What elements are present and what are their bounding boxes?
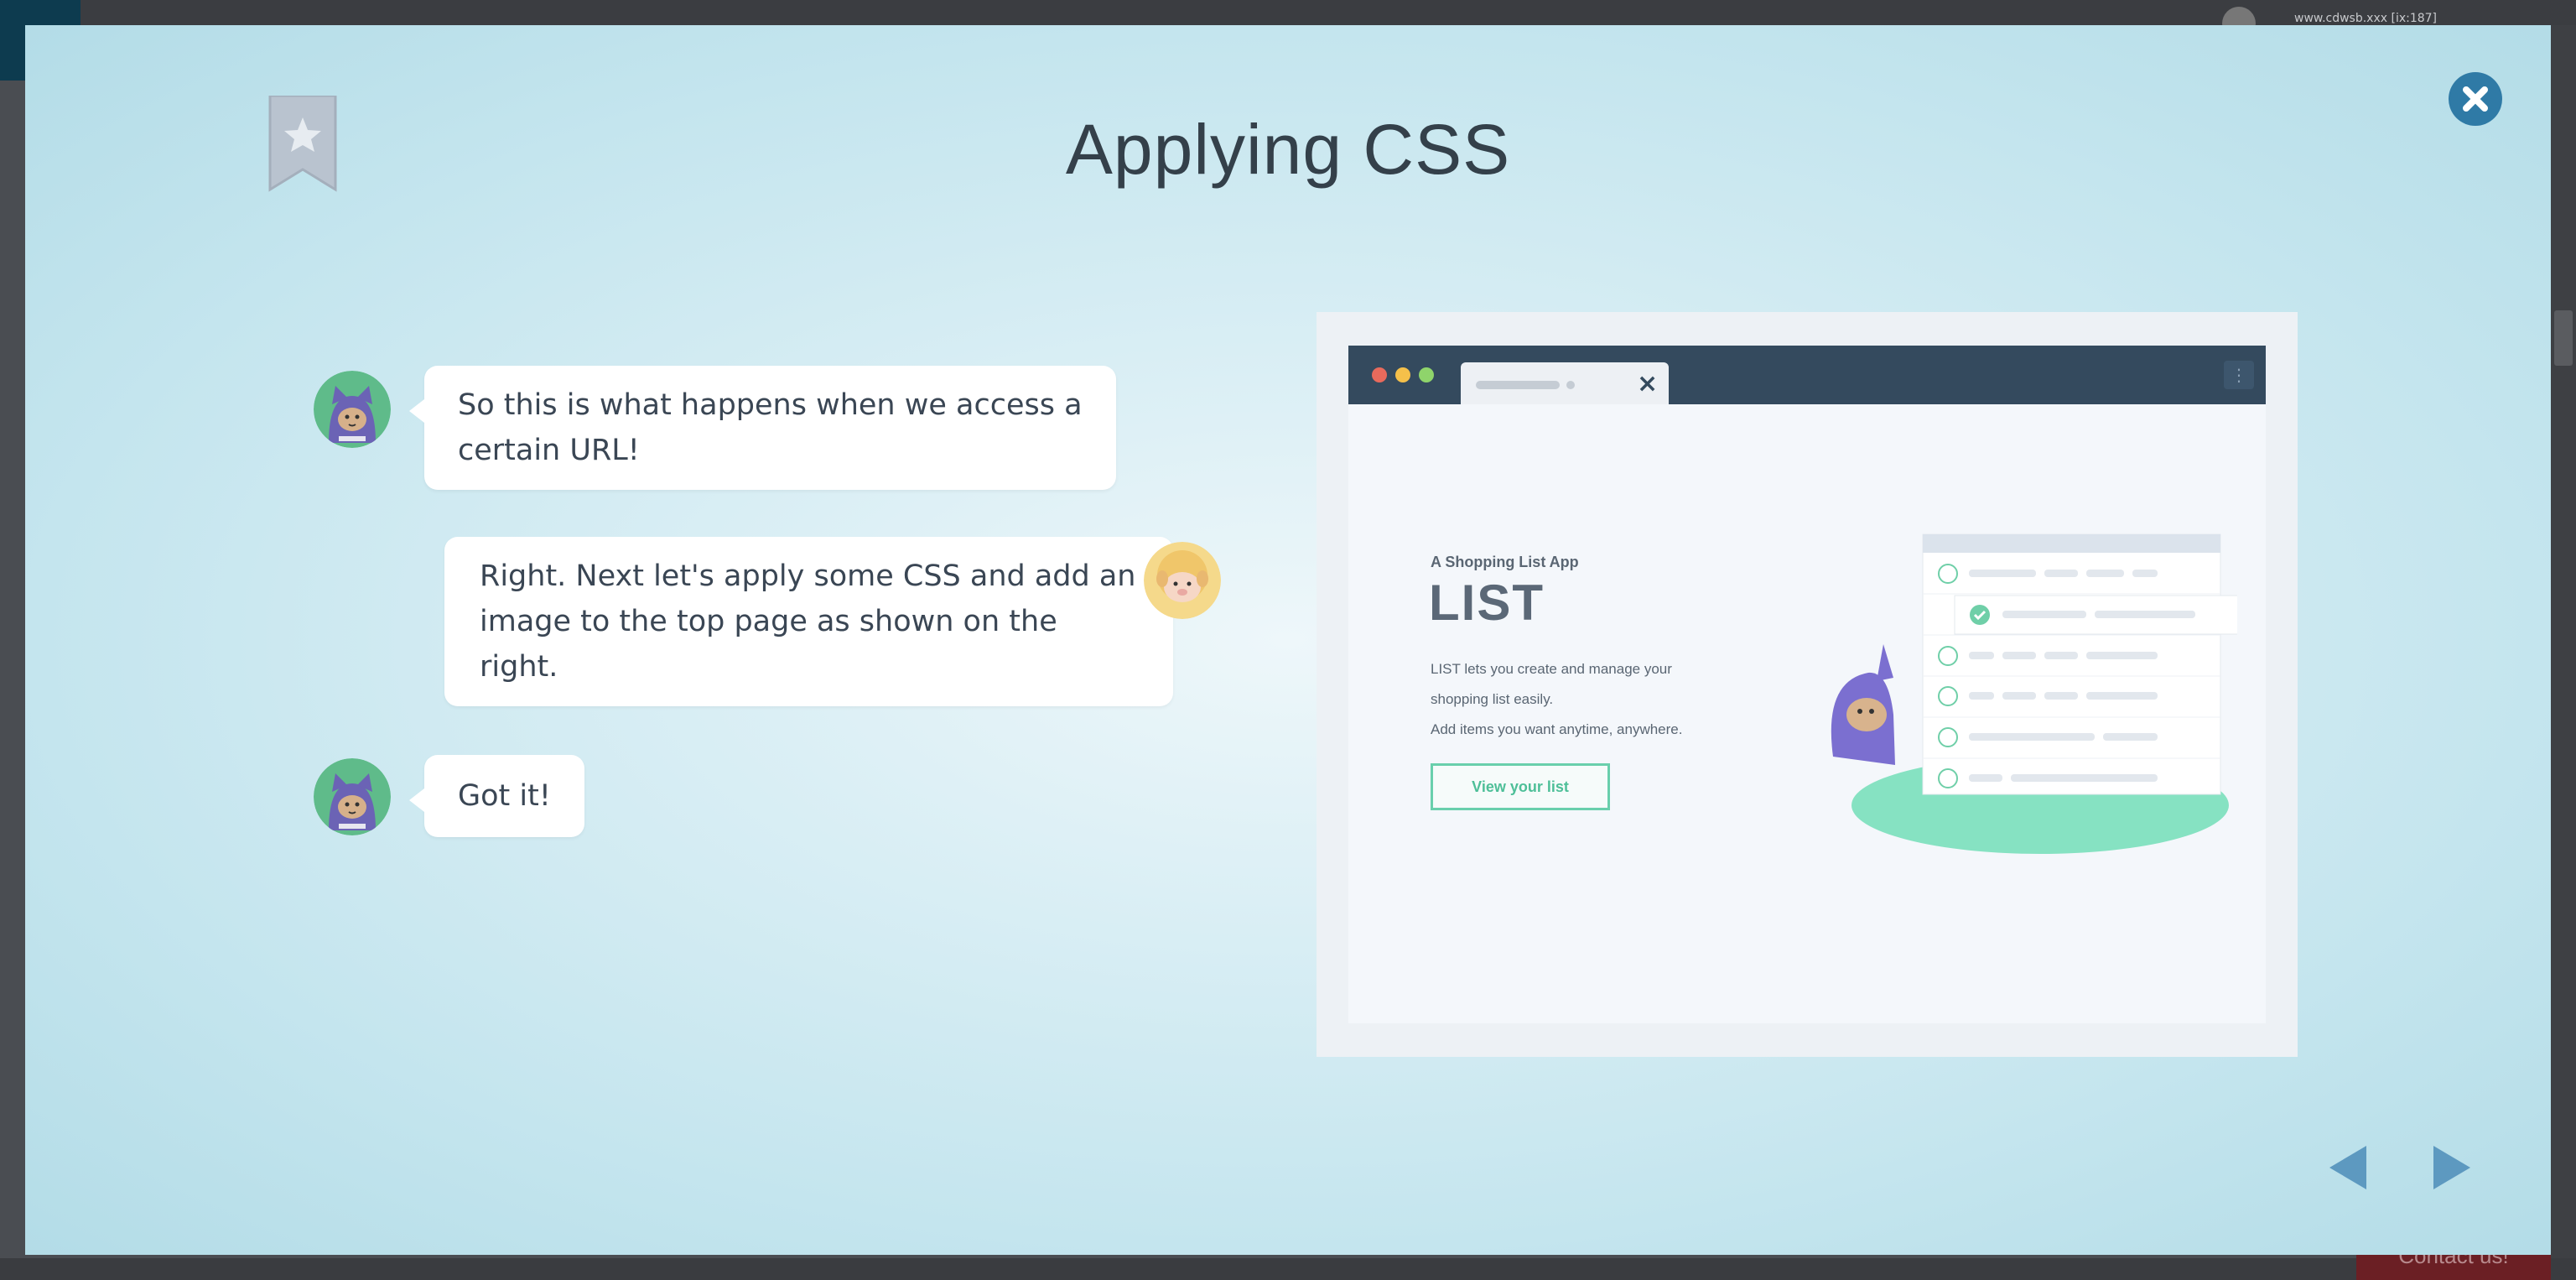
next-slide-button[interactable] [2433, 1146, 2470, 1189]
chat-line: Right. Next let's apply some CSS and add… [480, 559, 1136, 593]
mock-browser-tab: × [1461, 362, 1669, 404]
chat-line: right. [480, 650, 558, 684]
window-dot-red [1372, 367, 1387, 382]
app-description-line: Add items you want anytime, anywhere. [1431, 721, 1683, 737]
cat-ninja-avatar [314, 758, 391, 835]
slide-title: Applying CSS [1065, 110, 1511, 189]
prev-slide-button[interactable] [2329, 1146, 2366, 1189]
chat-line: certain URL! [458, 434, 640, 467]
window-dot-green [1419, 367, 1434, 382]
background-scrollbar[interactable] [2551, 25, 2576, 1258]
app-title: LIST [1429, 575, 1545, 631]
tab-close-icon: × [1637, 369, 1659, 398]
close-icon [2463, 86, 2488, 112]
mock-browser-bar: × ⋮ [1348, 346, 2266, 404]
background-scroll-thumb[interactable] [2554, 310, 2573, 366]
window-dot-yellow [1395, 367, 1410, 382]
chat-line: image to the top page as shown on the [480, 605, 1057, 638]
app-description-line: shopping list easily. [1431, 691, 1554, 707]
app-description: LIST lets you create and manage your sho… [1431, 654, 1732, 745]
app-subtitle: A Shopping List App [1431, 554, 1579, 570]
preview-image: × ⋮ A Shopping List App LIST LIST lets y… [1317, 312, 2298, 1057]
chat-bubble-3: Got it! [409, 755, 584, 837]
background-top-bar [0, 0, 2576, 25]
slide-modal: Applying CSS So this is what happens whe… [25, 25, 2551, 1255]
kebab-menu-icon: ⋮ [2224, 361, 2254, 389]
sheep-avatar [1144, 542, 1221, 619]
app-description-line: LIST lets you create and manage your [1431, 661, 1672, 677]
shopping-list-illustration [1831, 533, 2237, 854]
background-bottom-bar [0, 1258, 2576, 1280]
mock-browser-window: × ⋮ A Shopping List App LIST LIST lets y… [1348, 346, 2266, 1023]
chat-bubble-2: Right. Next let's apply some CSS and add… [444, 537, 1187, 706]
chat-bubble-1: So this is what happens when we access a… [409, 366, 1116, 490]
view-list-button: View your list [1431, 763, 1610, 810]
cat-ninja-avatar [314, 371, 391, 448]
chat-line: So this is what happens when we access a [458, 388, 1083, 422]
close-button[interactable] [2449, 72, 2502, 126]
background-url-text: www.cdwsb.xxx [ix:187] [2294, 12, 2438, 25]
chat-line: Got it! [458, 779, 551, 813]
